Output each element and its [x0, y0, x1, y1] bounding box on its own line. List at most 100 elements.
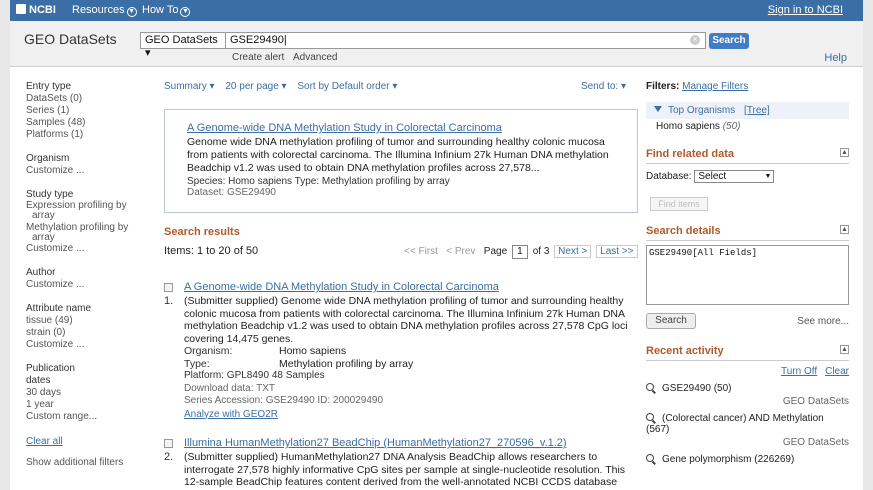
filter-option[interactable]: 1 year — [26, 399, 136, 411]
filter-option[interactable]: Samples (48) — [26, 117, 136, 129]
filter-heading: Organism — [26, 153, 70, 164]
left-filters: Entry type DataSets (0) Series (1) Sampl… — [26, 81, 136, 469]
howto-label: How To — [142, 4, 179, 16]
find-related-title: Find related data — [646, 148, 735, 160]
top-organisms-header[interactable]: Top Organisms [Tree] — [646, 102, 849, 119]
result-item: Illumina HumanMethylation27 BeadChip (Hu… — [164, 437, 638, 490]
pagination: << First < Prev Page 1 of 3 Next > Last … — [404, 245, 638, 259]
details-search-button[interactable]: Search — [646, 313, 696, 329]
results-toolbar: Summary ▾ 20 per page ▾ Sort by Default … — [164, 81, 638, 97]
field-key: Organism: — [184, 345, 233, 357]
result-title-link[interactable]: Illumina HumanMethylation27 BeadChip (Hu… — [184, 437, 567, 449]
filter-option[interactable]: Customize ... — [26, 243, 136, 255]
related-database-select[interactable]: Select — [694, 170, 775, 183]
help-link[interactable]: Help — [824, 52, 847, 64]
result-body: (Submitter supplied) Genome wide DNA met… — [184, 295, 638, 421]
resources-menu[interactable]: Resources ▼ — [72, 4, 137, 17]
filter-option[interactable]: Custom range... — [26, 411, 136, 423]
database-select-value: GEO DataSets — [145, 34, 218, 46]
recent-activity-title: Recent activity — [646, 345, 724, 357]
summary-dropdown[interactable]: Summary ▾ — [164, 81, 215, 92]
filter-heading: Attribute name — [26, 303, 92, 314]
recent-source: GEO DataSets — [782, 437, 849, 448]
search-button[interactable]: Search — [709, 33, 749, 49]
result-item: A Genome-wide DNA Methylation Study in C… — [164, 281, 638, 421]
filter-option[interactable]: DataSets (0) — [26, 93, 136, 105]
analyze-geo2r-link[interactable]: Analyze with GEO2R — [184, 409, 278, 420]
result-platform: Platform: GPL8490 48 Samples — [184, 370, 325, 381]
filter-option[interactable]: Series (1) — [26, 105, 136, 117]
search-results-heading: Search results — [164, 226, 240, 238]
filter-option[interactable]: Platforms (1) — [26, 129, 136, 141]
filter-option-cont[interactable]: array — [26, 211, 136, 221]
sign-in-link[interactable]: Sign in to NCBI — [768, 4, 843, 16]
result-summary: (Submitter supplied) HumanMethylation27 … — [184, 451, 626, 490]
search-details-actions: Search See more... — [646, 313, 849, 331]
main-content: Entry type DataSets (0) Series (1) Sampl… — [10, 67, 863, 490]
chevron-down-icon: ▼ — [180, 7, 191, 17]
filter-heading: Publication — [26, 363, 75, 374]
show-additional-filters-link[interactable]: Show additional filters — [26, 457, 136, 469]
result-download[interactable]: Download data: TXT — [184, 383, 638, 396]
see-more-link[interactable]: See more... — [797, 316, 849, 327]
chevron-down-icon: ▼ — [126, 7, 137, 17]
filter-heading: Author — [26, 267, 56, 278]
tree-link[interactable]: [Tree] — [744, 105, 770, 116]
top-organisms-label: Top Organisms — [668, 105, 736, 116]
page-label: Page — [483, 246, 508, 257]
manage-filters-link[interactable]: Manage Filters — [682, 81, 748, 92]
result-type: Type: Methylation profiling by array — [184, 358, 638, 371]
search-details-textarea[interactable]: GSE29490[All Fields] — [646, 245, 849, 305]
last-page-button[interactable]: Last >> — [596, 245, 638, 258]
sort-dropdown[interactable]: Sort by Default order ▾ — [297, 81, 397, 92]
next-page-button[interactable]: Next > — [554, 245, 592, 258]
search-input[interactable]: GSE29490| — [226, 32, 706, 49]
first-page-link[interactable]: << First — [404, 246, 438, 257]
find-related-header: Find related data ▲ — [646, 148, 849, 164]
advanced-search-link[interactable]: Advanced — [293, 52, 337, 63]
filter-organism: Organism Customize ... — [26, 153, 136, 177]
recent-activity-item[interactable]: (Colorectal cancer) AND Methylation (567… — [646, 413, 849, 435]
featured-dataset-title[interactable]: A Genome-wide DNA Methylation Study in C… — [187, 122, 502, 134]
filter-option-cont[interactable]: array — [26, 233, 136, 243]
filter-option[interactable]: Customize ... — [26, 339, 136, 351]
triangle-down-icon — [654, 106, 662, 112]
send-to-dropdown[interactable]: Send to: ▾ — [581, 81, 626, 92]
collapse-icon[interactable]: ▲ — [840, 345, 849, 354]
recent-activity-item[interactable]: Gene polymorphism (226269) — [646, 454, 849, 465]
filter-option[interactable]: strain (0) — [26, 327, 136, 339]
recent-activity-item[interactable]: GSE29490 (50) — [646, 383, 849, 394]
result-header: Illumina HumanMethylation27 BeadChip (Hu… — [164, 437, 638, 451]
database-select[interactable]: GEO DataSets ▾ — [140, 32, 226, 59]
filter-heading: dates — [26, 375, 51, 386]
clear-search-icon[interactable]: × — [690, 35, 700, 45]
result-body: (Submitter supplied) HumanMethylation27 … — [184, 451, 638, 490]
filter-option[interactable]: Customize ... — [26, 165, 136, 177]
result-checkbox[interactable] — [164, 439, 173, 448]
result-number: 2. — [164, 451, 174, 463]
filter-option[interactable]: tissue (49) — [26, 315, 136, 327]
ncbi-topbar: NCBI Resources ▼ How To ▼ Sign in to NCBI — [10, 0, 863, 21]
filter-option[interactable]: 30 days — [26, 387, 136, 399]
organism-item[interactable]: Homo sapiens (50) — [646, 119, 849, 134]
ncbi-logo[interactable]: NCBI — [16, 4, 56, 16]
field-value: Methylation profiling by array — [279, 357, 414, 370]
recent-source: GEO DataSets — [782, 396, 849, 407]
prev-page-link[interactable]: < Prev — [446, 246, 475, 257]
result-title-link[interactable]: A Genome-wide DNA Methylation Study in C… — [184, 281, 499, 293]
filter-option[interactable]: Customize ... — [26, 279, 136, 291]
clear-all-link[interactable]: Clear all — [26, 436, 63, 447]
page-number-input[interactable]: 1 — [511, 245, 528, 259]
collapse-icon[interactable]: ▲ — [840, 148, 849, 157]
create-alert-link[interactable]: Create alert — [232, 52, 284, 63]
find-items-button[interactable]: Find items — [650, 197, 708, 211]
featured-dataset-description: Genome wide DNA methylation profiling of… — [187, 136, 609, 174]
per-page-dropdown[interactable]: 20 per page ▾ — [225, 81, 286, 92]
search-header: GEO DataSets GEO DataSets ▾ GSE29490| × … — [10, 21, 863, 67]
right-sidebar: Filters: Manage Filters Top Organisms [T… — [646, 81, 849, 465]
turn-off-link[interactable]: Turn Off — [781, 366, 817, 377]
collapse-icon[interactable]: ▲ — [840, 225, 849, 234]
clear-link[interactable]: Clear — [825, 366, 849, 377]
result-checkbox[interactable] — [164, 283, 173, 292]
howto-menu[interactable]: How To ▼ — [142, 4, 191, 17]
